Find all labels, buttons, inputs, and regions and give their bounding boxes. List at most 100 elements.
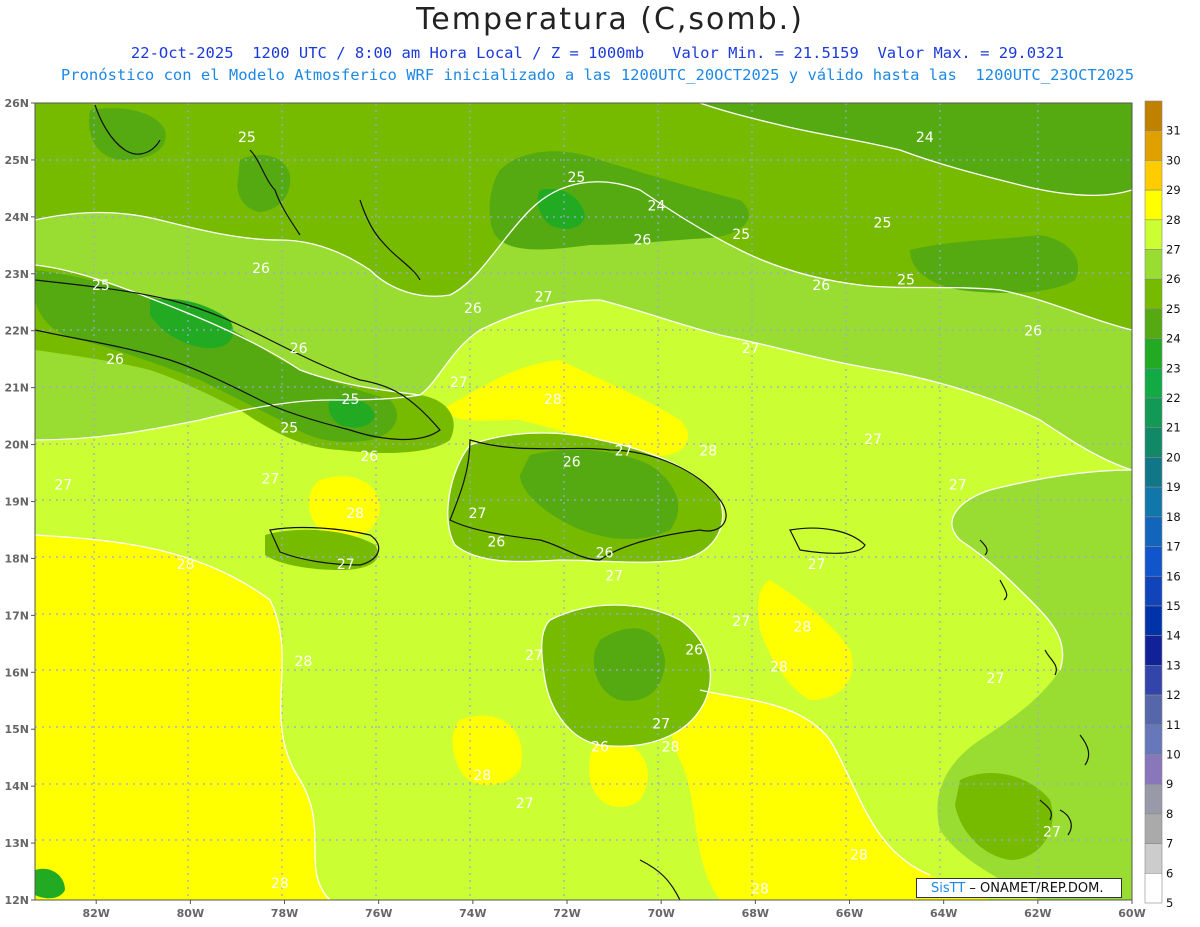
contour-label: 26 [290,341,308,357]
contour-label: 24 [648,198,666,214]
contour-label: 28 [473,768,491,784]
contour-label: 26 [633,233,651,249]
colorbar-label: 26 [1166,272,1181,286]
colorbar-swatch [1144,189,1163,221]
colorbar-swatch [1144,665,1163,696]
colorbar-swatch [1144,872,1163,904]
field-level-28-patch1 [308,476,380,539]
colorbar-swatch [1144,546,1163,577]
colorbar-swatch [1144,427,1163,458]
contour-label: 28 [662,739,680,755]
colorbar-swatch [1144,368,1163,399]
contour-label: 24 [916,130,934,146]
contour-label: 26 [252,261,270,277]
colorbar-label: 20 [1166,450,1181,464]
colorbar-label: 10 [1166,747,1181,761]
credit-box: SisTT – ONAMET/REP.DOM. [916,878,1122,898]
contour-label: 27 [949,477,967,493]
contour-label: 26 [106,352,124,368]
colorbar-label: 14 [1166,629,1181,643]
lat-label: 12N [4,894,29,907]
colorbar-label: 5 [1166,896,1173,910]
colorbar-swatch [1144,397,1163,429]
contour-label: 26 [596,546,614,562]
lat-label: 14N [4,780,29,793]
contour-label: 28 [346,506,364,522]
colorbar-swatch [1144,575,1163,607]
contour-label: 26 [563,455,581,471]
lat-label: 24N [4,211,29,224]
colorbar-label: 18 [1166,510,1181,524]
colorbar-label: 17 [1166,540,1181,554]
contour-label: 28 [850,847,868,863]
colorbar-swatch [1144,724,1163,755]
contour-label: 26 [591,739,609,755]
colorbar-swatch [1144,160,1163,191]
lon-label: 74W [459,907,486,920]
contour-label: 27 [732,614,750,630]
colorbar-label: 28 [1166,213,1181,227]
lon-label: 70W [647,907,674,920]
colorbar-label: 16 [1166,569,1181,583]
colorbar-swatch [1144,457,1163,488]
colorbar-swatch [1144,278,1163,310]
colorbar-label: 25 [1166,302,1181,316]
contour-label: 28 [751,882,769,898]
contour-label: 28 [294,654,312,670]
lat-label: 19N [4,496,29,509]
contour-label: 28 [699,443,717,459]
colorbar-label: 23 [1166,361,1181,375]
colorbar-label: 8 [1166,807,1173,821]
lon-label: 64W [930,907,957,920]
colorbar-swatch [1144,635,1163,666]
contour-label: 27 [54,477,72,493]
lon-label: 80W [177,907,204,920]
lat-label: 23N [4,268,29,281]
contour-label: 27 [652,717,670,733]
temperature-field: 25 24252425252626252726 252626262627272825… [35,103,1132,900]
contour-label: 27 [987,671,1005,687]
colorbar-label: 19 [1166,480,1181,494]
colorbar: 31 30 29 28 27 26 25 24 23 22 21 20 19 18 17 16 15 14 13 12… [1144,100,1181,910]
contour-label: 27 [615,443,633,459]
temperature-map: 25 24252425252626252726 252626262627272825… [4,97,1181,920]
contour-label: 25 [732,227,750,243]
contour-label: 26 [360,449,378,465]
contour-label: 25 [280,420,298,436]
lat-label: 20N [4,439,29,452]
contour-label: 28 [177,557,195,573]
colorbar-label: 12 [1166,688,1181,702]
contour-label: 27 [605,569,623,585]
lat-label: 13N [4,837,29,850]
contour-label: 27 [525,648,543,664]
lon-label: 78W [271,907,298,920]
contour-label: 27 [261,472,279,488]
contour-label: 26 [812,278,830,294]
colorbar-swatch [1144,605,1163,636]
sistema-brand: SisTT [931,881,966,896]
contour-label: 27 [469,506,487,522]
contour-label: 27 [742,341,760,357]
colorbar-swatch [1144,843,1163,874]
contour-label: 27 [535,290,553,306]
contour-label: 27 [1043,825,1061,841]
lat-label: 15N [4,723,29,736]
colorbar-swatch [1144,249,1163,280]
colorbar-label: 21 [1166,421,1181,435]
lat-label: 18N [4,552,29,565]
field-level-24-south [593,628,665,701]
lon-label: 72W [553,907,580,920]
colorbar-label: 9 [1166,777,1173,791]
lat-label: 16N [4,666,29,679]
contour-label: 26 [685,643,703,659]
contour-label: 27 [337,557,355,573]
lon-label: 76W [365,907,392,920]
lon-label: 68W [742,907,769,920]
contour-label: 28 [544,392,562,408]
lat-label: 17N [4,609,29,622]
colorbar-label: 13 [1166,658,1181,672]
colorbar-swatch [1144,486,1163,518]
colorbar-label: 15 [1166,599,1181,613]
longitude-axis: 82W 80W 78W 76W 74W 72W 70W 68W 66W 64W 62W 60W [82,900,1146,920]
contour-label: 27 [450,375,468,391]
